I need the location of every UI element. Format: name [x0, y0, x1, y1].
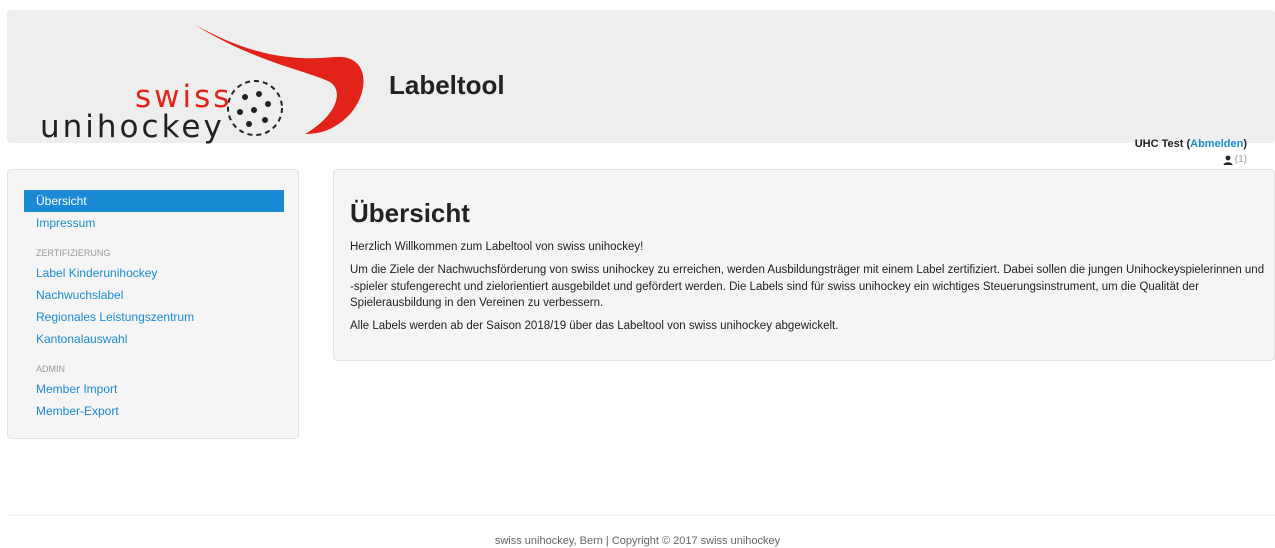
intro-paragraph: Um die Ziele der Nachwuchsförderung von …	[350, 264, 1265, 309]
sidebar-item-label-kinderunihockey[interactable]: Label Kinderunihockey	[24, 262, 284, 284]
info-paragraph: Alle Labels werden ab der Saison 2018/19…	[350, 320, 839, 332]
sidebar-section-admin: ADMIN	[36, 364, 65, 374]
welcome-text: Herzlich Willkommen zum Labeltool von sw…	[350, 241, 644, 253]
footer-divider	[7, 515, 1275, 516]
user-info: UHC Test (Abmelden)	[1135, 138, 1247, 150]
page-header: swiss unihockey Labeltool	[7, 10, 1275, 145]
sidebar-item-nachwuchslabel[interactable]: Nachwuchslabel	[24, 284, 284, 306]
footer: swiss unihockey, Bern | Copyright © 2017…	[494, 535, 781, 547]
logo-text-unihockey: unihockey	[40, 109, 225, 145]
sidebar-item-regionales-leistungszentrum[interactable]: Regionales Leistungszentrum	[24, 306, 284, 328]
user-icon	[1223, 155, 1233, 165]
swiss-unihockey-logo[interactable]: swiss unihockey	[35, 22, 370, 145]
sidebar-item-kantonalauswahl[interactable]: Kantonalauswahl	[24, 328, 284, 350]
sidebar-nav: Übersicht Impressum ZERTIFIZIERUNG Label…	[24, 190, 284, 422]
sidebar: Übersicht Impressum ZERTIFIZIERUNG Label…	[7, 169, 299, 439]
page-title: Übersicht	[350, 198, 470, 228]
user-count-badge[interactable]: (1)	[1223, 154, 1247, 165]
user-count: (1)	[1234, 154, 1247, 165]
main-content: Übersicht Herzlich Willkommen zum Labelt…	[333, 169, 1275, 361]
app-title: Labeltool	[389, 70, 505, 100]
paren-close: )	[1243, 138, 1247, 150]
sidebar-item-uebersicht[interactable]: Übersicht	[24, 190, 284, 212]
sidebar-item-member-export[interactable]: Member-Export	[24, 400, 284, 422]
sidebar-item-impressum[interactable]: Impressum	[24, 212, 284, 234]
sidebar-section-zertifizierung: ZERTIFIZIERUNG	[36, 248, 111, 258]
sidebar-item-member-import[interactable]: Member Import	[24, 378, 284, 400]
logout-link[interactable]: Abmelden	[1190, 138, 1243, 150]
user-name: UHC Test	[1134, 138, 1184, 150]
